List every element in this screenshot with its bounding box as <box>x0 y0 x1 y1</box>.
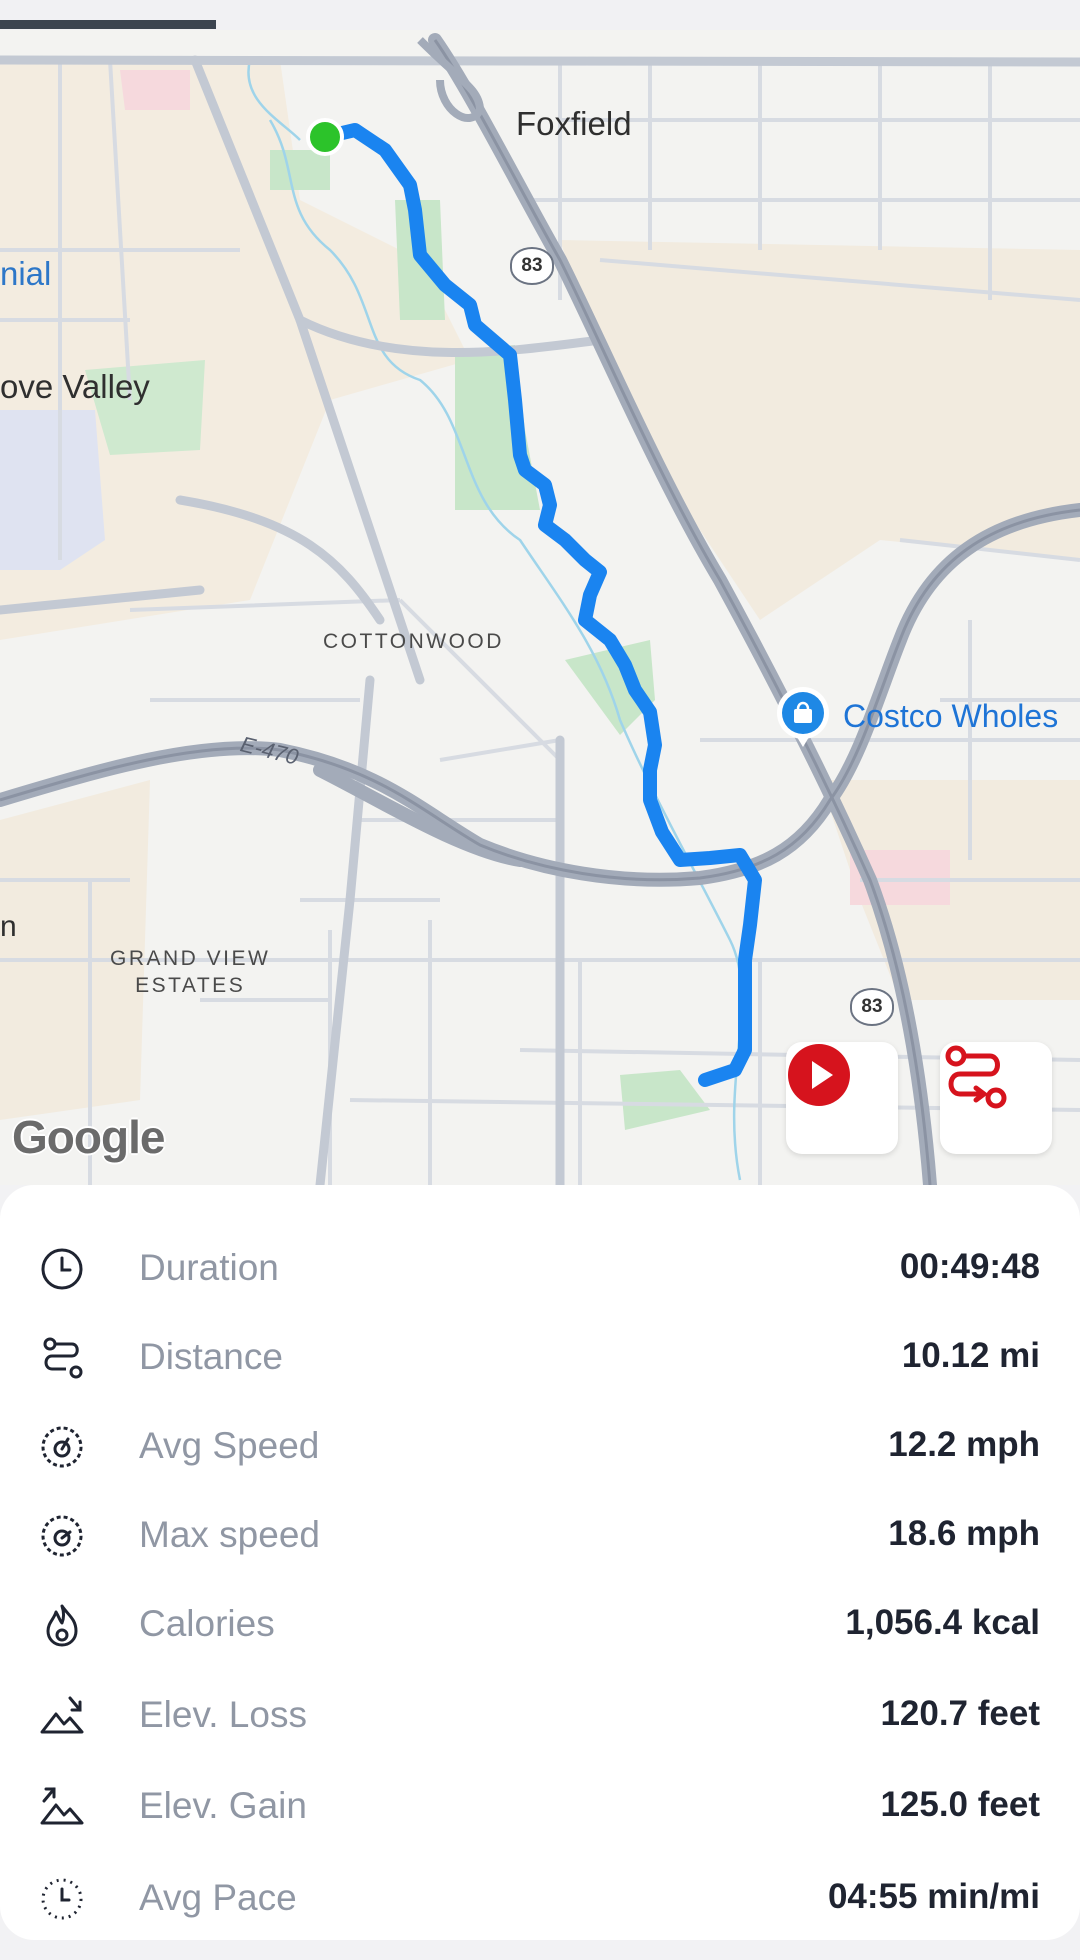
clock-icon <box>41 1248 83 1290</box>
place-label-edge: n <box>0 910 17 943</box>
place-label-ove-valley: ove Valley <box>0 368 150 405</box>
place-label-cottonwood: COTTONWOOD <box>323 630 504 653</box>
place-label-nial: nial <box>0 255 52 292</box>
stat-row-elev-gain: Elev. Gain 125.0 feet <box>0 1763 1080 1852</box>
stat-row-elev-loss: Elev. Loss 120.7 feet <box>0 1672 1080 1761</box>
stat-label: Avg Pace <box>139 1877 297 1918</box>
stat-label: Avg Speed <box>139 1425 320 1466</box>
route-view-button[interactable] <box>940 1042 1052 1154</box>
speedometer-icon <box>41 1426 83 1468</box>
elevation-loss-icon <box>40 1696 84 1734</box>
start-marker <box>306 118 344 156</box>
highway-shield-83-bottom: 83 <box>850 988 894 1026</box>
google-attribution-logo: Google <box>12 1111 165 1163</box>
shopping-bag-icon[interactable] <box>772 686 834 748</box>
route-icon <box>945 1045 1007 1109</box>
stat-row-calories: Calories 1,056.4 kcal <box>0 1581 1080 1670</box>
stat-value: 120.7 feet <box>880 1694 1040 1733</box>
poi-label-costco[interactable]: Costco Wholes <box>843 698 1058 735</box>
stat-row-avg-pace: Avg Pace 04:55 min/mi <box>0 1855 1080 1944</box>
top-progress-track <box>0 0 1080 30</box>
top-progress-fill <box>0 20 216 29</box>
stat-label: Elev. Loss <box>139 1694 307 1735</box>
stat-label: Max speed <box>139 1514 320 1555</box>
elevation-gain-icon <box>40 1787 84 1825</box>
play-icon <box>788 1044 850 1106</box>
map-canvas <box>0 33 1080 1185</box>
route-icon <box>43 1337 83 1379</box>
stat-row-distance: Distance 10.12 mi <box>0 1314 1080 1403</box>
stat-value: 1,056.4 kcal <box>845 1603 1040 1642</box>
stat-row-max-speed: Max speed 18.6 mph <box>0 1492 1080 1581</box>
replay-button[interactable] <box>786 1042 898 1154</box>
highway-shield-83-top: 83 <box>510 247 554 285</box>
stat-label: Elev. Gain <box>139 1785 307 1826</box>
place-label-foxfield: Foxfield <box>516 105 632 142</box>
route-map[interactable]: Foxfield nial ove Valley COTTONWOOD GRAN… <box>0 30 1080 1185</box>
stat-value: 18.6 mph <box>888 1514 1040 1553</box>
stat-label: Calories <box>139 1603 275 1644</box>
flame-icon <box>46 1604 78 1647</box>
stat-row-duration: Duration 00:49:48 <box>0 1225 1080 1314</box>
stat-value: 00:49:48 <box>899 1247 1040 1286</box>
stat-value: 04:55 min/mi <box>827 1877 1040 1916</box>
stat-label: Duration <box>139 1247 279 1288</box>
stat-value: 10.12 mi <box>901 1336 1040 1375</box>
pace-icon <box>41 1878 83 1920</box>
stat-value: 12.2 mph <box>888 1425 1040 1464</box>
speedometer-icon <box>41 1515 83 1557</box>
stat-row-avg-speed: Avg Speed 12.2 mph <box>0 1403 1080 1492</box>
stat-value: 125.0 feet <box>880 1785 1040 1824</box>
place-label-grand-view-estates: GRAND VIEW ESTATES <box>110 947 271 997</box>
stats-panel: Duration 00:49:48 Distance 10.12 mi Avg … <box>0 1185 1080 1940</box>
stat-label: Distance <box>139 1336 283 1377</box>
